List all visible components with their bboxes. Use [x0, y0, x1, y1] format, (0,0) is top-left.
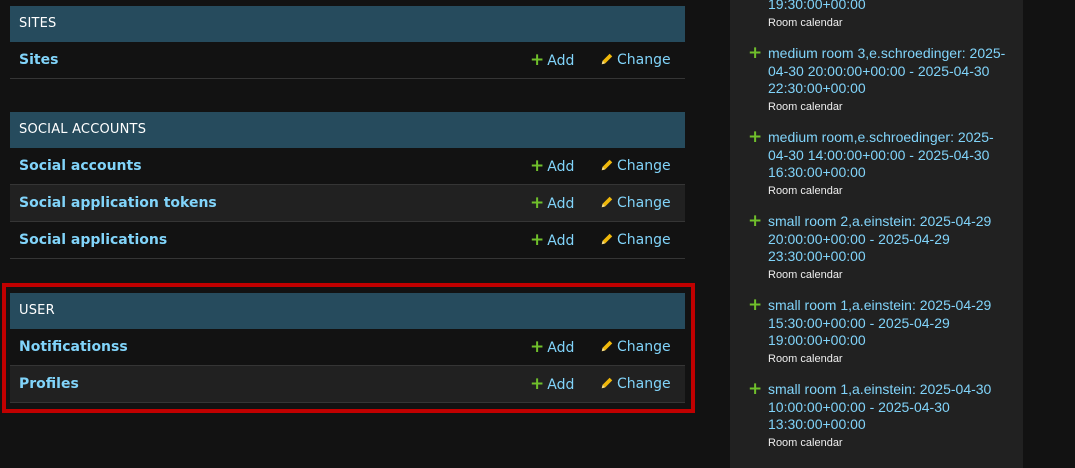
module-sites: SITES Sites + Add Change	[10, 6, 685, 79]
recent-action-item: 19:30:00+00:00 Room calendar	[748, 0, 1013, 29]
recent-action-link[interactable]: medium room,e.schroedinger: 2025-04-30 1…	[768, 129, 1013, 182]
recent-action-item: + small room 1,a.einstein: 2025-04-30 10…	[748, 379, 1013, 449]
add-link-sites[interactable]: + Add	[530, 42, 574, 79]
pencil-icon	[601, 53, 613, 65]
recent-action-item: + small room 1,a.einstein: 2025-04-29 15…	[748, 295, 1013, 365]
module-social-accounts: SOCIAL ACCOUNTS Social accounts + Add Cha…	[10, 112, 685, 259]
plus-icon: +	[530, 193, 545, 213]
addition-icon: +	[748, 295, 763, 315]
recent-action-type: Room calendar	[768, 16, 843, 29]
model-row-social-applications: Social applications + Add Change	[10, 222, 685, 259]
model-link-social-application-tokens[interactable]: Social application tokens	[19, 185, 217, 221]
pencil-icon	[601, 196, 613, 208]
addition-icon: +	[748, 43, 763, 63]
recent-action-item: + medium room 3,e.schroedinger: 2025-04-…	[748, 43, 1013, 113]
change-label: Change	[617, 52, 671, 68]
module-caption-sites[interactable]: SITES	[10, 6, 685, 42]
plus-icon: +	[530, 230, 545, 250]
highlight-box	[2, 283, 695, 413]
recent-action-link[interactable]: 19:30:00+00:00	[768, 0, 1013, 14]
recent-action-type: Room calendar	[768, 352, 843, 365]
change-label: Change	[617, 232, 671, 248]
change-link-social-accounts[interactable]: Change	[600, 148, 671, 184]
model-row-social-application-tokens: Social application tokens + Add Change	[10, 185, 685, 222]
change-link-social-application-tokens[interactable]: Change	[600, 185, 671, 221]
plus-icon: +	[530, 50, 545, 70]
model-link-sites[interactable]: Sites	[19, 42, 58, 78]
change-link-sites[interactable]: Change	[600, 42, 671, 78]
recent-action-link[interactable]: small room 1,a.einstein: 2025-04-30 10:0…	[768, 381, 1013, 434]
recent-action-type: Room calendar	[768, 100, 843, 113]
pencil-icon	[601, 233, 613, 245]
recent-action-link[interactable]: medium room 3,e.schroedinger: 2025-04-30…	[768, 45, 1013, 98]
model-link-social-applications[interactable]: Social applications	[19, 222, 167, 258]
recent-action-link[interactable]: small room 1,a.einstein: 2025-04-29 15:3…	[768, 297, 1013, 350]
add-link-social-accounts[interactable]: + Add	[530, 148, 574, 185]
add-label: Add	[547, 159, 575, 175]
change-label: Change	[617, 195, 671, 211]
recent-action-item: + small room 2,a.einstein: 2025-04-29 20…	[748, 211, 1013, 281]
recent-action-link[interactable]: small room 2,a.einstein: 2025-04-29 20:0…	[768, 213, 1013, 266]
recent-action-type: Room calendar	[768, 268, 843, 281]
addition-icon: +	[748, 127, 763, 147]
model-row-sites: Sites + Add Change	[10, 42, 685, 79]
change-label: Change	[617, 158, 671, 174]
addition-icon: +	[748, 211, 763, 231]
change-link-social-applications[interactable]: Change	[600, 222, 671, 258]
add-label: Add	[547, 53, 575, 69]
add-link-social-application-tokens[interactable]: + Add	[530, 185, 574, 222]
recent-action-item: + medium room,e.schroedinger: 2025-04-30…	[748, 127, 1013, 197]
recent-action-type: Room calendar	[768, 184, 843, 197]
module-caption-social-accounts[interactable]: SOCIAL ACCOUNTS	[10, 112, 685, 148]
recent-actions-panel: 19:30:00+00:00 Room calendar + medium ro…	[730, 0, 1023, 468]
add-label: Add	[547, 196, 575, 212]
model-link-social-accounts[interactable]: Social accounts	[19, 148, 142, 184]
add-link-social-applications[interactable]: + Add	[530, 222, 574, 259]
model-row-social-accounts: Social accounts + Add Change	[10, 148, 685, 185]
recent-action-type: Room calendar	[768, 436, 843, 449]
pencil-icon	[601, 159, 613, 171]
addition-icon: +	[748, 379, 763, 399]
plus-icon: +	[530, 156, 545, 176]
add-label: Add	[547, 233, 575, 249]
